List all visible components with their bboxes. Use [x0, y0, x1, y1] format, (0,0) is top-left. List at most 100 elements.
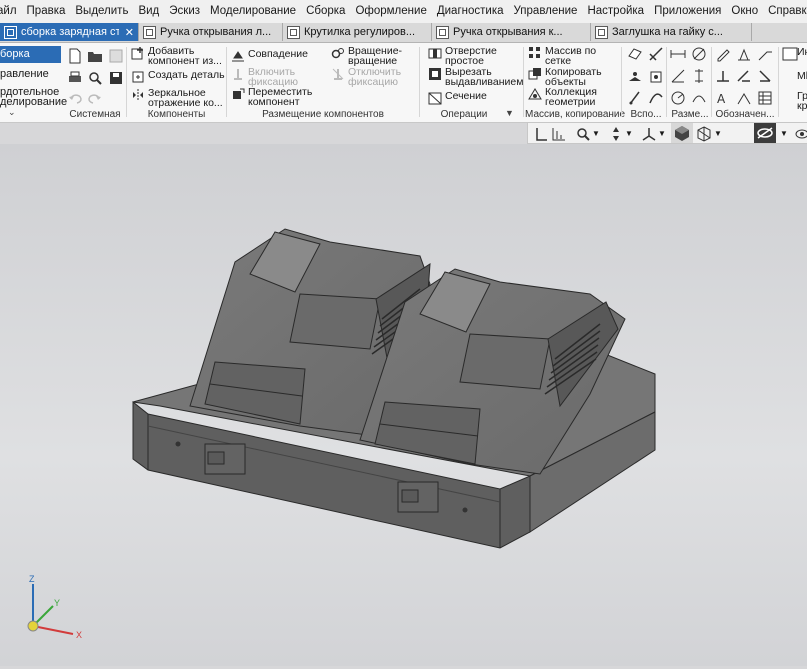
save-all-icon[interactable]: [108, 70, 124, 86]
menu-assembly[interactable]: Сборка: [301, 0, 350, 23]
plane-icon[interactable]: [627, 46, 643, 62]
charging-station-model[interactable]: [0, 144, 807, 666]
zoom-dropdown-icon[interactable]: ▼: [592, 126, 608, 142]
far-right-label-2: Ml: [797, 70, 807, 82]
render-dropdown-icon[interactable]: ▼: [714, 126, 730, 142]
far-right-label-1: Ин: [797, 46, 807, 58]
menu-select[interactable]: Выделить: [70, 0, 133, 23]
eye-icon[interactable]: [794, 126, 807, 142]
menu-design[interactable]: Оформление: [350, 0, 431, 23]
text-icon[interactable]: A: [715, 90, 731, 106]
group-label-array: Массив, копирование: [525, 109, 626, 120]
info-icon[interactable]: [782, 46, 798, 62]
group-separator: [419, 47, 420, 117]
tolerance-icon[interactable]: [736, 68, 752, 84]
rotate-icon: [331, 46, 345, 60]
doc-tab-handle-l[interactable]: Ручка открывания л...: [139, 23, 283, 41]
model-viewport[interactable]: Z Y X: [0, 144, 807, 666]
menu-window[interactable]: Окно: [726, 0, 763, 23]
copy-objects-button[interactable]: Копировать объекты: [528, 67, 620, 87]
zoom-icon[interactable]: [575, 126, 591, 142]
extrude-cut-button[interactable]: Вырезать выдавливанием: [428, 67, 526, 87]
coincident-button[interactable]: Совпадение: [231, 49, 326, 63]
doc-tab-knob[interactable]: Крутилка регулиров...: [283, 23, 432, 41]
disable-fix-button[interactable]: Отключить фиксацию: [331, 67, 406, 87]
curve-icon[interactable]: [648, 90, 664, 106]
operations-dropdown-icon[interactable]: ▼: [505, 108, 514, 118]
doc-tab-handle-k[interactable]: Ручка открывания к...: [432, 23, 591, 41]
ruler-icon[interactable]: [551, 126, 567, 142]
menu-diagnostics[interactable]: Диагностика: [432, 0, 509, 23]
mirror-component-button[interactable]: Зеркальное отражение ко...: [131, 88, 226, 108]
move-component-button[interactable]: Переместить компонент: [231, 87, 326, 107]
menu-sketch[interactable]: Эскиз: [164, 0, 205, 23]
group-separator: [126, 47, 127, 117]
simple-hole-label: Отверстие простое: [445, 45, 497, 67]
leader-icon[interactable]: [757, 46, 773, 62]
axis-y-label: Y: [54, 598, 61, 608]
menu-file[interactable]: айл: [0, 0, 22, 23]
doc-tab-assembly[interactable]: сборка зарядная ст... ✕: [0, 23, 139, 41]
redo-icon[interactable]: [87, 91, 103, 107]
pencil-icon[interactable]: [715, 46, 731, 62]
pan-dropdown-icon[interactable]: ▼: [625, 126, 641, 142]
coordinate-system-icon[interactable]: [648, 68, 664, 84]
height-dimension-icon[interactable]: [691, 68, 707, 84]
rotate-rotate-button[interactable]: Вращение-вращение: [331, 46, 406, 66]
mark-icon[interactable]: [757, 68, 773, 84]
axis-z-label: Z: [29, 574, 35, 584]
menu-edit[interactable]: Правка: [22, 0, 71, 23]
pan-icon[interactable]: [608, 126, 624, 142]
radius-dimension-icon[interactable]: [670, 90, 686, 106]
point-icon[interactable]: [627, 68, 643, 84]
copy-objects-label: Копировать объекты: [545, 66, 602, 88]
angular-dimension-icon[interactable]: [670, 68, 686, 84]
orientation-icon[interactable]: [641, 126, 657, 142]
open-folder-icon[interactable]: [87, 48, 103, 64]
preview-icon[interactable]: [87, 70, 103, 86]
axis-icon[interactable]: [648, 46, 664, 62]
doc-tab-cap[interactable]: Заглушка на гайку с...: [591, 23, 752, 41]
linear-dimension-icon[interactable]: [670, 46, 686, 62]
part-icon: [436, 25, 449, 39]
menu-settings[interactable]: Настройка: [582, 0, 649, 23]
undo-icon[interactable]: [67, 91, 83, 107]
add-component-button[interactable]: Добавить компонент из...: [131, 46, 226, 66]
line-icon[interactable]: [627, 90, 643, 106]
menu-view[interactable]: Вид: [133, 0, 164, 23]
mode-assembly[interactable]: борка: [0, 46, 61, 63]
visibility-icon[interactable]: [754, 123, 776, 143]
group-label-operations: Операции: [440, 109, 488, 120]
menu-apps[interactable]: Приложения: [649, 0, 726, 23]
new-document-icon[interactable]: [67, 48, 83, 64]
create-part-button[interactable]: Создать деталь: [131, 70, 226, 84]
enable-fix-button[interactable]: Включить фиксацию: [231, 67, 326, 87]
wireframe-mode-icon[interactable]: [696, 126, 712, 142]
geometry-collection-button[interactable]: Коллекция геометрии: [528, 87, 620, 107]
hole-icon: [428, 46, 442, 60]
group-separator: [621, 47, 622, 117]
arc-dimension-icon[interactable]: [691, 90, 707, 106]
far-right-label-4: кр: [797, 100, 807, 112]
print-icon[interactable]: [67, 70, 83, 86]
mode-manage[interactable]: равление: [0, 69, 49, 80]
grid-array-button[interactable]: Массив по сетке: [528, 46, 620, 66]
section-button[interactable]: Сечение: [428, 91, 520, 105]
shaded-mode-icon[interactable]: [671, 123, 693, 143]
menu-modeling[interactable]: Моделирование: [205, 0, 301, 23]
tree-toggle-icon[interactable]: [534, 126, 550, 142]
simple-hole-button[interactable]: Отверстие простое: [428, 46, 520, 66]
close-icon[interactable]: ✕: [125, 26, 134, 39]
chevron-down-icon[interactable]: ⌄: [8, 107, 16, 118]
diameter-dimension-icon[interactable]: [691, 46, 707, 62]
save-icon[interactable]: [108, 48, 124, 64]
table-icon[interactable]: [757, 90, 773, 106]
base-icon[interactable]: [715, 68, 731, 84]
coincident-icon: [231, 49, 245, 63]
extrude-cut-label: Вырезать выдавливанием: [445, 66, 524, 88]
menu-manage[interactable]: Управление: [509, 0, 583, 23]
weld-icon[interactable]: [736, 90, 752, 106]
roughness-icon[interactable]: [736, 46, 752, 62]
add-component-label: Добавить компонент из...: [148, 45, 222, 67]
menu-help[interactable]: Справка: [763, 0, 807, 23]
